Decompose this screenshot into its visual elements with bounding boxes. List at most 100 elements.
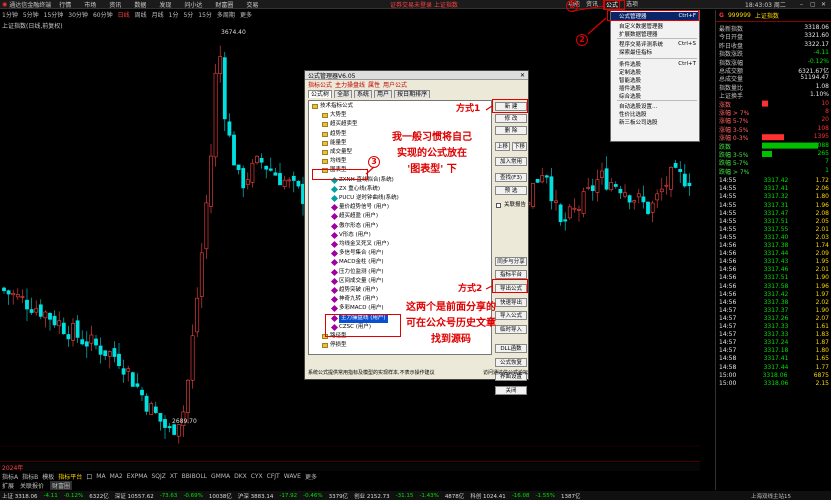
dialog-button-1[interactable]: 修 改 xyxy=(495,114,527,123)
dialog-button-18[interactable]: 关闭 xyxy=(495,386,527,395)
menu-item-11[interactable]: 性价比选股 xyxy=(611,110,699,118)
indicator-0[interactable]: 指标A xyxy=(2,472,18,481)
indicator-7[interactable]: EXPMA xyxy=(127,473,148,480)
dialog-button-7[interactable]: 预 选 xyxy=(495,186,527,195)
indicator-9[interactable]: XT xyxy=(170,473,178,480)
menu-hangqing[interactable]: 行情 xyxy=(59,0,71,9)
minimize-icon[interactable]: – xyxy=(800,1,803,8)
indicator-16[interactable]: 更多 xyxy=(305,472,317,481)
indicator-10[interactable]: BBIBOLL xyxy=(182,473,207,480)
indicator-3[interactable]: 指标平台 xyxy=(58,472,82,481)
indicator-1[interactable]: 指标B xyxy=(22,472,38,481)
tree-formula[interactable]: 神奇九转 (用户) xyxy=(330,295,378,304)
indicator-13[interactable]: CYX xyxy=(251,473,263,480)
menu-item-6[interactable]: 定制选股 xyxy=(611,68,699,76)
tree-folder[interactable]: 成交量型 xyxy=(322,148,352,157)
menu-jiaoyi[interactable]: 交易 xyxy=(246,0,258,9)
period-3[interactable]: 30分钟 xyxy=(68,10,88,19)
period-2[interactable]: 15分钟 xyxy=(44,10,64,19)
dialog-button-15[interactable]: DLL函数 xyxy=(495,344,527,353)
tree-formula[interactable]: V形态 (用户) xyxy=(330,231,371,240)
indicator-8[interactable]: SQJZ xyxy=(151,473,165,480)
period-7[interactable]: 月线 xyxy=(152,10,164,19)
tree-formula[interactable]: 区间成交量 (用户) xyxy=(330,277,384,286)
tree-folder[interactable]: 均线型 xyxy=(322,157,347,166)
menu-zixun-right[interactable]: 资讯 xyxy=(586,0,598,10)
tree-folder[interactable]: 能量型 xyxy=(322,139,347,148)
dialog-button-6[interactable]: 查找(F3) xyxy=(495,173,527,182)
tree-formula[interactable]: 趋势突破 (用户) xyxy=(330,286,378,295)
dialog-button-14[interactable]: 临时导入 xyxy=(495,325,527,334)
period-11[interactable]: 多周期 xyxy=(217,10,235,19)
menu-item-4[interactable]: 探索最佳指标 xyxy=(611,48,699,56)
menu-xuanxiang[interactable]: 选项 xyxy=(626,0,638,10)
tree-formula[interactable]: 超买超盈 (用户) xyxy=(330,212,378,221)
tree-formula[interactable]: 多信号集合 (用户) xyxy=(330,249,384,258)
tab-by-date[interactable]: 按日期排序 xyxy=(394,90,431,98)
indicator-14[interactable]: CFJT xyxy=(267,473,280,480)
dialog-button-4[interactable]: 下移 xyxy=(512,142,527,151)
dialog-close-icon[interactable]: ✕ xyxy=(520,72,525,79)
dialog-button-10[interactable]: 指标平台 xyxy=(495,270,527,279)
menu-caifuquan[interactable]: 财富圈 xyxy=(215,0,233,9)
menu-item-3[interactable]: 程序交易评测系统 Ctrl+S xyxy=(611,40,699,48)
menu-item-7[interactable]: 智能选股 xyxy=(611,76,699,84)
indicator-12[interactable]: DKX xyxy=(234,473,247,480)
login-notice[interactable]: 证券交易未登录 上证指数 xyxy=(390,0,458,9)
tab-guanlian[interactable]: 关联报价 xyxy=(20,481,44,490)
indicator-5[interactable]: MA xyxy=(96,473,105,480)
forum-link[interactable]: 访问通达信公式论坛 xyxy=(483,369,528,376)
menu-item-8[interactable]: 插件选股 xyxy=(611,84,699,92)
tree-formula[interactable]: 压力位监测 (用户) xyxy=(330,268,384,277)
menu-item-12[interactable]: 新三板公司选股 xyxy=(611,118,699,126)
tab-all[interactable]: 全部 xyxy=(334,90,353,98)
tree-folder[interactable]: 大势型 xyxy=(322,111,347,120)
dialog-button-13[interactable]: 导入公式 xyxy=(495,311,527,320)
menu-item-9[interactable]: 综合选股 xyxy=(611,92,699,100)
period-4[interactable]: 60分钟 xyxy=(93,10,113,19)
indicator-2[interactable]: 模板 xyxy=(42,472,54,481)
dialog-button-3[interactable]: 上移 xyxy=(495,142,510,151)
menu-shichang[interactable]: 市场 xyxy=(84,0,96,9)
restore-icon[interactable]: ▢ xyxy=(810,1,816,8)
menu-shuju[interactable]: 数据 xyxy=(134,0,146,9)
period-9[interactable]: 5分 xyxy=(183,10,193,19)
link-report-checkbox[interactable] xyxy=(496,203,501,208)
dialog-button-5[interactable]: 加入常用 xyxy=(495,157,527,166)
tree-folder[interactable]: 超买超卖型 xyxy=(322,120,358,129)
period-1[interactable]: 5分钟 xyxy=(23,10,39,19)
dialog-button-12[interactable]: 快速导出 xyxy=(495,298,527,307)
tab-system[interactable]: 系统 xyxy=(354,90,373,98)
menu-item-1[interactable]: 自定义数据管理器 xyxy=(611,22,699,30)
indicator-15[interactable]: WAVE xyxy=(284,473,301,480)
menu-faxian[interactable]: 发现 xyxy=(159,0,171,9)
tree-formula[interactable]: 均线金叉死叉 (用户) xyxy=(330,240,389,249)
period-5[interactable]: 日线 xyxy=(118,10,130,19)
tree-folder[interactable]: 技术指标公式 xyxy=(312,102,353,111)
indicator-4[interactable]: 口 xyxy=(86,472,92,481)
period-12[interactable]: 更多 xyxy=(240,10,252,19)
menu-item-2[interactable]: 扩展数据管理器 xyxy=(611,30,699,38)
period-0[interactable]: 1分钟 xyxy=(2,10,18,19)
dialog-button-2[interactable]: 删 除 xyxy=(495,126,527,135)
tree-formula[interactable]: MACD金柱 (用户) xyxy=(330,258,384,267)
menu-item-5[interactable]: 条件选股 Ctrl+T xyxy=(611,60,699,68)
tree-formula[interactable]: 多彩MACD (用户) xyxy=(330,304,384,313)
period-10[interactable]: 15分 xyxy=(198,10,212,19)
tree-folder[interactable]: 停损型 xyxy=(322,341,347,350)
tree-folder[interactable]: 趋势型 xyxy=(322,130,347,139)
tab-kuozhan[interactable]: 扩展 xyxy=(2,481,14,490)
period-8[interactable]: 1分 xyxy=(169,10,179,19)
indicator-11[interactable]: GMMA xyxy=(211,473,230,480)
tab-caifuquan[interactable]: 财富圈 xyxy=(50,481,73,490)
period-6[interactable]: 周线 xyxy=(135,10,147,19)
indicator-6[interactable]: MA2 xyxy=(110,473,123,480)
tree-formula[interactable]: 量价趋势信号 (用户) xyxy=(330,203,389,212)
menu-wenxiaoda[interactable]: 问小达 xyxy=(184,0,202,9)
tree-formula[interactable]: 傲尔形态 (用户) xyxy=(330,222,378,231)
tab-formula-tree[interactable]: 公式树 xyxy=(308,90,333,98)
close-icon[interactable]: ✕ xyxy=(821,1,826,8)
tree-formula[interactable]: ZX 重心线(系统) xyxy=(330,185,380,194)
menu-item-10[interactable]: 自动选股设置... xyxy=(611,102,699,110)
tree-formula[interactable]: PUCU 逆时钟曲线(系统) xyxy=(330,194,399,203)
